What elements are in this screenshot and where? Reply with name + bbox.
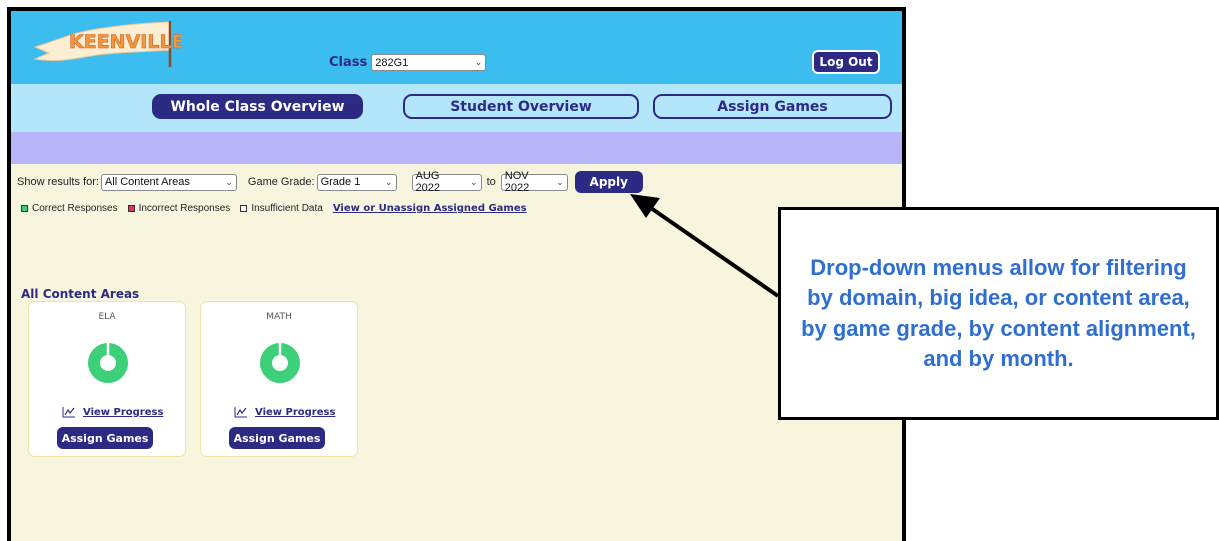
annotation-callout: Drop-down menus allow for filtering by d… [778,207,1219,420]
callout-text: Drop-down menus allow for filtering by d… [801,254,1196,371]
